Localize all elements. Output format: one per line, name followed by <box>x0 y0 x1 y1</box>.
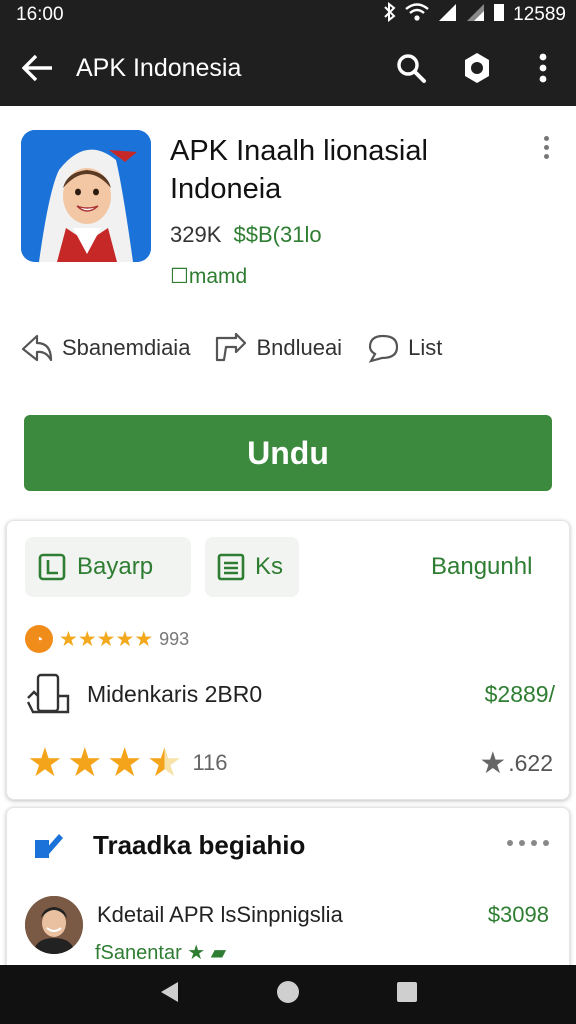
app-title: APK Inaalh lionasial Indoneia <box>170 132 510 208</box>
search-button[interactable] <box>378 30 444 106</box>
settings-button[interactable] <box>444 30 510 106</box>
star-half-icon: ★ <box>146 741 183 785</box>
rating-stars: ★ ★ ★ ★ <box>27 743 182 783</box>
developer-card-title: Traadka begiahio <box>93 829 306 860</box>
person-avatar-icon <box>25 896 83 954</box>
forward-icon <box>216 333 247 362</box>
developer-card-header: Traadka begiahio <box>31 828 305 862</box>
overflow-dot-icon <box>543 154 549 159</box>
app-icon[interactable] <box>21 130 151 262</box>
share-icon <box>21 334 53 362</box>
star-icon: ★ <box>27 741 63 785</box>
overflow-dot-icon <box>543 136 549 141</box>
app-title-line1: APK Inaalh lionasial <box>170 135 428 167</box>
build-link[interactable]: Bangunhl <box>431 553 532 581</box>
triangle-back-icon <box>161 982 178 1002</box>
star-icon: ★ <box>77 627 97 651</box>
star-icon: ★ <box>96 627 116 651</box>
status-time: 16:00 <box>16 4 64 25</box>
more-horiz-button[interactable] <box>507 840 549 846</box>
more-options-button[interactable] <box>510 30 576 106</box>
pay-chip[interactable]: Bayarp <box>25 537 191 597</box>
app-overflow-button[interactable] <box>536 136 556 166</box>
status-bar: 16:00 12589 <box>0 0 576 30</box>
list-action-label: List <box>408 335 443 360</box>
device-icon <box>26 673 70 714</box>
developer-tag-label: fSanentar <box>95 942 182 964</box>
device-row[interactable]: Midenkaris 2BR0 $2889/ <box>25 669 555 719</box>
overflow-dot-icon <box>543 145 549 150</box>
more-vert-icon <box>539 53 547 83</box>
app-meta: 329K $$B(31lo <box>170 222 322 248</box>
star-icon: ★ <box>106 741 143 785</box>
leaf-icon: ▰ <box>210 942 227 964</box>
developer-tag: fSanentar ★ ▰ <box>95 940 226 965</box>
details-card: Bayarp Ks Bangunhl ◔ ★ ★ ★ ★ ★ 993 Miden… <box>6 520 570 800</box>
app-title-line2: Indoneia <box>170 173 282 205</box>
square-recents-icon <box>397 982 417 1002</box>
gear-icon <box>465 53 489 83</box>
battery-icon <box>493 2 505 28</box>
signal-icon <box>437 2 457 28</box>
app-toolbar: APK Indonesia <box>0 30 576 106</box>
developer-avatar[interactable] <box>25 896 83 954</box>
bluetooth-icon <box>383 1 397 28</box>
list-chip-label: Ks <box>255 553 284 580</box>
developer-price: $3098 <box>487 902 549 927</box>
install-button[interactable]: Undu <box>24 415 552 491</box>
small-rating-count: 993 <box>159 628 190 649</box>
wifi-icon <box>405 2 429 28</box>
forward-action[interactable]: Bndlueai <box>214 333 342 363</box>
badge-icon: ◔ <box>25 625 53 653</box>
battery-level: 12589 <box>513 4 566 25</box>
star-icon: ★ <box>115 627 135 651</box>
developer-name: Kdetail APR lsSinpnigslia <box>97 902 343 927</box>
dot-icon <box>507 840 513 846</box>
device-value: $2889/ <box>484 680 555 707</box>
pay-chip-label: Bayarp <box>77 553 154 580</box>
app-price: $$B(31lo <box>233 222 322 247</box>
small-rating: ◔ ★ ★ ★ ★ ★ 993 <box>25 625 189 653</box>
share-action-label: Sbanemdiaia <box>62 335 191 360</box>
rating-score-box: ★ .622 <box>479 746 553 781</box>
star-icon: ★ <box>66 741 103 785</box>
back-button[interactable] <box>0 30 76 106</box>
app-size: 329K <box>170 222 222 247</box>
rating-row: ★ ★ ★ ★ 116 ★ .622 <box>27 739 553 787</box>
app-logo-icon <box>21 130 151 262</box>
chat-bubble-icon <box>368 334 399 363</box>
star-icon: ★ <box>134 627 154 651</box>
dot-icon <box>519 840 525 846</box>
list-chip[interactable]: Ks <box>205 537 299 597</box>
rating-score: .622 <box>508 749 553 776</box>
nav-home-button[interactable] <box>276 980 300 1009</box>
dot-icon <box>543 840 549 846</box>
document-icon <box>38 553 66 581</box>
star-icon: ★ <box>59 627 78 651</box>
circle-home-icon <box>277 981 299 1003</box>
app-header: APK Inaalh lionasial Indoneia 329K $$B(3… <box>0 106 576 306</box>
app-badge: ☐mamd <box>170 265 248 288</box>
rating-count: 116 <box>192 750 228 775</box>
nav-back-button[interactable] <box>158 980 180 1009</box>
edit-icon <box>35 834 63 858</box>
signal-icon-2 <box>465 2 485 28</box>
share-action[interactable]: Sbanemdiaia <box>20 333 190 363</box>
toolbar-title: APK Indonesia <box>76 53 242 82</box>
star-icon: ★ <box>187 942 206 964</box>
nav-recents-button[interactable] <box>396 981 418 1008</box>
status-icons: 12589 <box>383 1 566 28</box>
star-outline-icon: ★ <box>479 746 507 780</box>
search-icon <box>397 54 426 83</box>
arrow-left-icon <box>22 54 52 82</box>
list-icon <box>217 553 245 581</box>
dot-icon <box>531 840 537 846</box>
list-action[interactable]: List <box>366 333 442 363</box>
action-row: Sbanemdiaia Bndlueai List <box>0 318 576 378</box>
forward-action-label: Bndlueai <box>256 335 343 360</box>
system-nav-bar <box>0 965 576 1024</box>
device-name: Midenkaris 2BR0 <box>87 680 263 707</box>
